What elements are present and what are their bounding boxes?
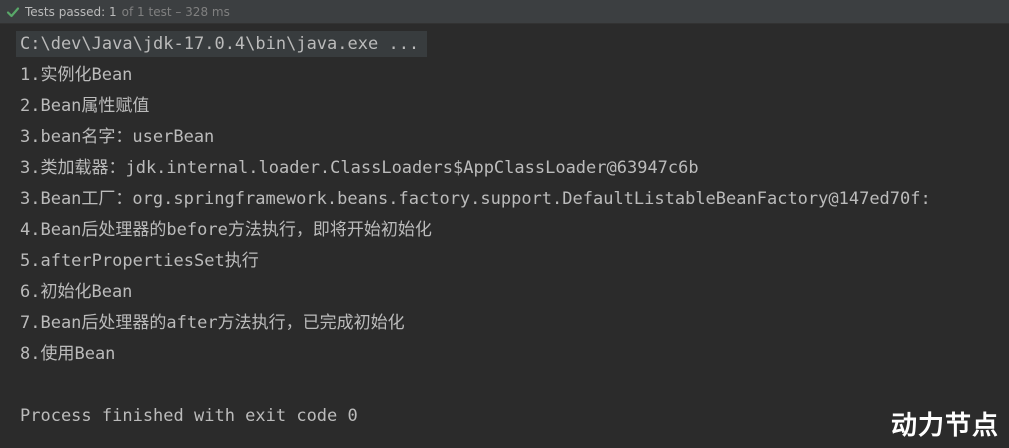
console-line: 2.Bean属性赋值 xyxy=(20,96,150,116)
process-exit-line: Process finished with exit code 0 xyxy=(20,406,358,426)
test-status-bar: Tests passed: 1 of 1 test – 328 ms xyxy=(0,0,1009,24)
console-line: 7.Bean后处理器的after方法执行，已完成初始化 xyxy=(20,313,405,333)
console-line: 4.Bean后处理器的before方法执行，即将开始初始化 xyxy=(20,220,432,240)
console-line: 1.实例化Bean xyxy=(20,65,133,85)
check-icon xyxy=(6,6,20,17)
console-output[interactable]: C:\dev\Java\jdk-17.0.4\bin\java.exe ... … xyxy=(0,27,1009,448)
watermark: 动力节点 xyxy=(890,411,999,441)
console-line: 3.Bean工厂：org.springframework.beans.facto… xyxy=(20,189,931,209)
console-line: 3.bean名字：userBean xyxy=(20,127,215,147)
console-line: 5.afterPropertiesSet执行 xyxy=(20,251,259,271)
test-summary-meta: of 1 test – 328 ms xyxy=(121,4,230,19)
run-console-window: Tests passed: 1 of 1 test – 328 ms C:\de… xyxy=(0,0,1009,448)
console-line: 6.初始化Bean xyxy=(20,282,133,302)
console-line: 8.使用Bean xyxy=(20,344,116,364)
console-line: 3.类加载器：jdk.internal.loader.ClassLoaders$… xyxy=(20,158,699,178)
tests-passed-label: Tests passed: 1 xyxy=(25,4,117,19)
command-line[interactable]: C:\dev\Java\jdk-17.0.4\bin\java.exe ... xyxy=(16,31,428,57)
